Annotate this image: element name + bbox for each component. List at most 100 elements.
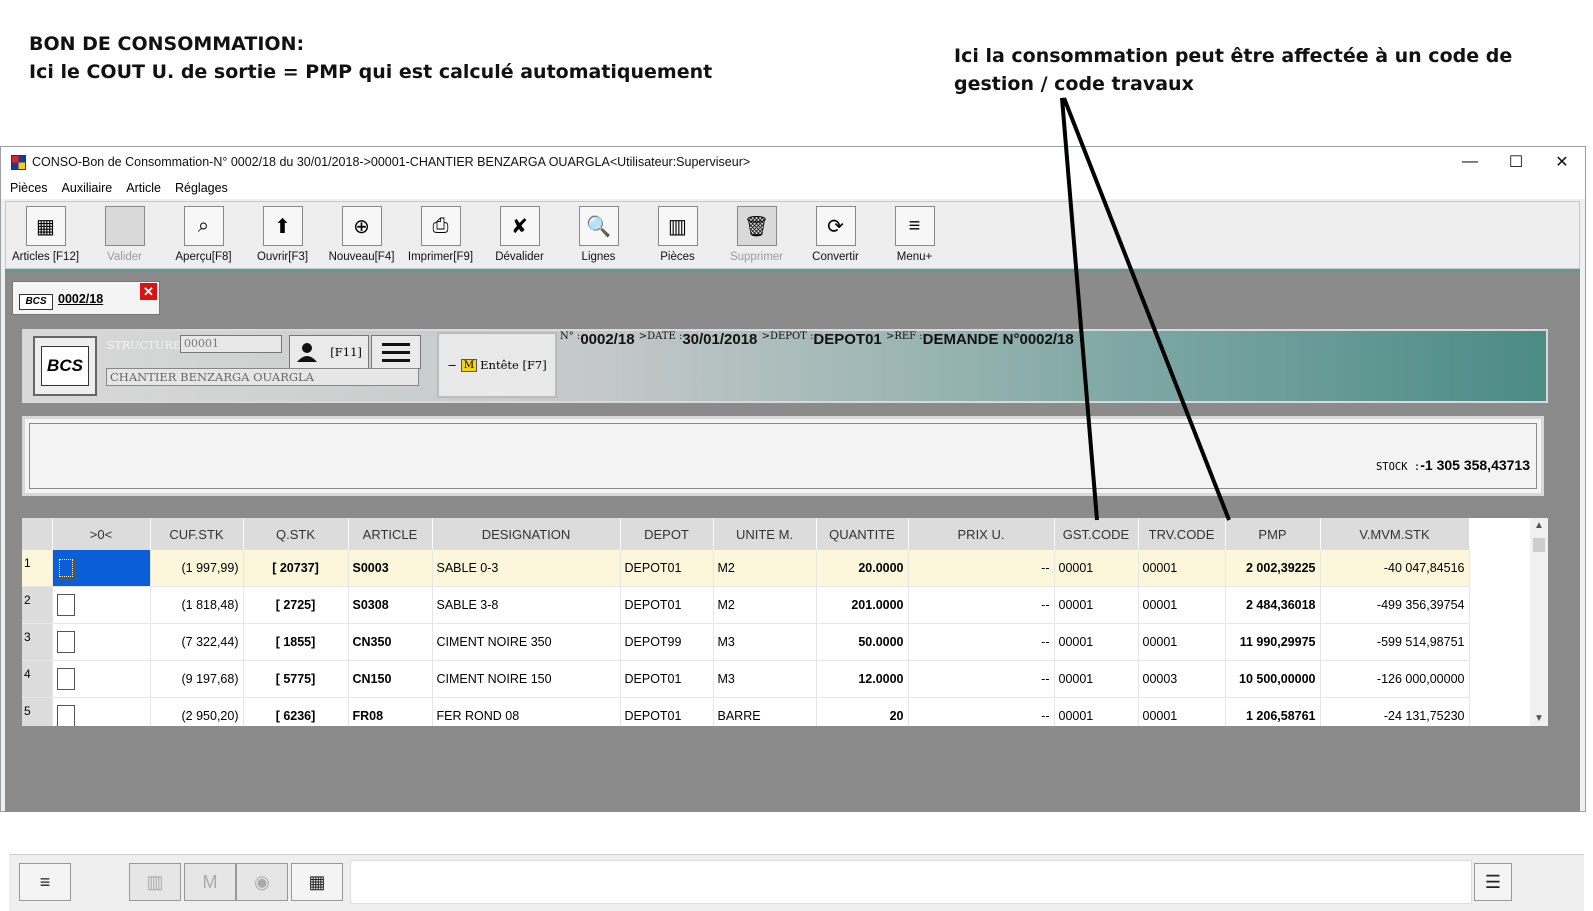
scroll-up-icon[interactable]: ▲ bbox=[1534, 520, 1544, 531]
column-header[interactable]: GST.CODE bbox=[1054, 518, 1139, 550]
table-cell[interactable]: FR08 bbox=[348, 697, 433, 726]
table-cell[interactable]: (9 197,68) bbox=[150, 660, 244, 698]
table-cell[interactable]: -40 047,84516 bbox=[1320, 550, 1470, 587]
bottom-input-field[interactable] bbox=[350, 860, 1472, 904]
chantier-field[interactable]: CHANTIER BENZARGA OUARGLA bbox=[106, 368, 419, 386]
table-cell[interactable]: -599 514,98751 bbox=[1320, 623, 1470, 661]
table-cell[interactable]: FER ROND 08 bbox=[432, 697, 621, 726]
structure-input[interactable]: 00001 bbox=[180, 335, 282, 353]
row-checkbox[interactable] bbox=[56, 705, 75, 726]
column-header[interactable]: QUANTITE bbox=[816, 518, 909, 550]
table-cell[interactable]: -499 356,39754 bbox=[1320, 586, 1470, 624]
menu-article[interactable]: Article bbox=[119, 181, 168, 195]
table-cell[interactable]: 00003 bbox=[1138, 660, 1226, 698]
row-checkbox-cell[interactable] bbox=[52, 586, 151, 624]
table-cell[interactable]: DEPOT01 bbox=[620, 697, 714, 726]
table-cell[interactable]: [ 5775] bbox=[243, 660, 349, 698]
document-tab[interactable]: BCS 0002/18 ✕ bbox=[12, 281, 160, 315]
close-tab-icon[interactable]: ✕ bbox=[140, 283, 157, 300]
column-header[interactable] bbox=[22, 518, 53, 550]
column-header[interactable]: DEPOT bbox=[620, 518, 714, 550]
bottom-button-4[interactable]: ▦ bbox=[291, 863, 343, 901]
table-cell[interactable]: M3 bbox=[713, 623, 817, 661]
table-cell[interactable]: DEPOT01 bbox=[620, 586, 714, 624]
toolbar-button-7[interactable]: 🔍 Lignes bbox=[559, 202, 638, 268]
column-header[interactable]: CUF.STK bbox=[150, 518, 244, 550]
table-cell[interactable]: M2 bbox=[713, 586, 817, 624]
table-cell[interactable]: 11 990,29975 bbox=[1225, 623, 1321, 661]
column-header[interactable]: V.MVM.STK bbox=[1320, 518, 1470, 550]
table-cell[interactable]: (1 818,48) bbox=[150, 586, 244, 624]
table-cell[interactable]: 00001 bbox=[1054, 586, 1139, 624]
table-row[interactable]: 2 (1 818,48)[ 2725] S0308 SABLE 3-8 DEPOT01 M… bbox=[22, 586, 1470, 624]
table-row[interactable]: 1 (1 997,99)[ 20737] S0003 SABLE 0-3 DEPOT01… bbox=[22, 550, 1470, 587]
table-cell[interactable]: CN150 bbox=[348, 660, 433, 698]
row-checkbox-cell[interactable] bbox=[52, 623, 151, 661]
menu-auxiliaire[interactable]: Auxiliaire bbox=[55, 181, 120, 195]
table-cell[interactable]: (7 322,44) bbox=[150, 623, 244, 661]
table-cell[interactable]: 00001 bbox=[1054, 550, 1139, 587]
table-cell[interactable]: CIMENT NOIRE 150 bbox=[432, 660, 621, 698]
table-cell[interactable]: 2 484,36018 bbox=[1225, 586, 1321, 624]
table-cell[interactable]: CN350 bbox=[348, 623, 433, 661]
toolbar-button-8[interactable]: ▥ Pièces bbox=[638, 202, 717, 268]
table-cell[interactable]: DEPOT01 bbox=[620, 550, 714, 587]
table-cell[interactable]: DEPOT99 bbox=[620, 623, 714, 661]
table-cell[interactable]: 12.0000 bbox=[816, 660, 909, 698]
table-cell[interactable]: 00001 bbox=[1054, 697, 1139, 726]
menu-pieces[interactable]: Pièces bbox=[3, 181, 55, 195]
column-header[interactable]: PRIX U. bbox=[908, 518, 1055, 550]
table-cell[interactable]: SABLE 3-8 bbox=[432, 586, 621, 624]
table-cell[interactable]: 2 002,39225 bbox=[1225, 550, 1321, 587]
table-cell[interactable]: 20.0000 bbox=[816, 550, 909, 587]
maximize-button[interactable]: ☐ bbox=[1493, 147, 1539, 177]
toolbar-button-0[interactable]: ▦ Articles [F12] bbox=[6, 202, 85, 268]
scroll-down-icon[interactable]: ▼ bbox=[1534, 713, 1544, 724]
row-checkbox[interactable] bbox=[56, 557, 75, 579]
table-cell[interactable]: S0003 bbox=[348, 550, 433, 587]
table-cell[interactable]: -- bbox=[908, 697, 1055, 726]
row-checkbox-cell[interactable] bbox=[52, 660, 151, 698]
table-cell[interactable]: -126 000,00000 bbox=[1320, 660, 1470, 698]
minimize-button[interactable]: — bbox=[1447, 147, 1493, 177]
table-cell[interactable]: 00001 bbox=[1138, 623, 1226, 661]
table-cell[interactable]: 10 500,00000 bbox=[1225, 660, 1321, 698]
table-cell[interactable]: -- bbox=[908, 586, 1055, 624]
table-cell[interactable]: [ 2725] bbox=[243, 586, 349, 624]
menu-reglages[interactable]: Réglages bbox=[168, 181, 235, 195]
bottom-button-1[interactable]: ▥ bbox=[129, 863, 181, 901]
table-cell[interactable]: 50.0000 bbox=[816, 623, 909, 661]
table-cell[interactable]: M3 bbox=[713, 660, 817, 698]
column-header[interactable]: Q.STK bbox=[243, 518, 349, 550]
toolbar-button-6[interactable]: ✘ Dévalider bbox=[480, 202, 559, 268]
bottom-button-0[interactable]: ≡ bbox=[19, 863, 71, 901]
table-cell[interactable]: 20 bbox=[816, 697, 909, 726]
column-header[interactable]: UNITE M. bbox=[713, 518, 817, 550]
row-checkbox-cell[interactable] bbox=[52, 550, 151, 587]
table-cell[interactable]: [ 20737] bbox=[243, 550, 349, 587]
table-cell[interactable]: DEPOT01 bbox=[620, 660, 714, 698]
column-header[interactable]: PMP bbox=[1225, 518, 1321, 550]
table-cell[interactable]: CIMENT NOIRE 350 bbox=[432, 623, 621, 661]
vertical-scrollbar[interactable]: ▲ ▼ bbox=[1530, 518, 1548, 726]
user-button[interactable]: [F11] bbox=[289, 335, 369, 369]
table-cell[interactable]: (2 950,20) bbox=[150, 697, 244, 726]
toolbar-button-2[interactable]: ⌕ Aperçu[F8] bbox=[164, 202, 243, 268]
table-cell[interactable]: -- bbox=[908, 550, 1055, 587]
entete-button[interactable]: − M Entête [F7] bbox=[437, 332, 557, 398]
column-header[interactable]: ARTICLE bbox=[348, 518, 433, 550]
table-cell[interactable]: -24 131,75230 bbox=[1320, 697, 1470, 726]
column-header[interactable]: >0< bbox=[52, 518, 151, 550]
table-row[interactable]: 5 (2 950,20)[ 6236] FR08 FER ROND 08 DEPOT01… bbox=[22, 697, 1470, 726]
toolbar-button-9[interactable]: 🗑 Supprimer bbox=[717, 202, 796, 268]
table-cell[interactable]: 00001 bbox=[1054, 660, 1139, 698]
scroll-thumb[interactable] bbox=[1533, 538, 1545, 552]
table-cell[interactable]: 00001 bbox=[1138, 586, 1226, 624]
settings-button[interactable]: ☰ bbox=[1474, 863, 1512, 901]
table-cell[interactable]: 00001 bbox=[1054, 623, 1139, 661]
table-cell[interactable]: (1 997,99) bbox=[150, 550, 244, 587]
toolbar-button-10[interactable]: ⟳ Convertir bbox=[796, 202, 875, 268]
table-row[interactable]: 3 (7 322,44)[ 1855] CN350 CIMENT NOIRE 350 D… bbox=[22, 623, 1470, 661]
toolbar-button-3[interactable]: ⬆ Ouvrir[F3] bbox=[243, 202, 322, 268]
toolbar-button-1[interactable]: Valider bbox=[85, 202, 164, 268]
